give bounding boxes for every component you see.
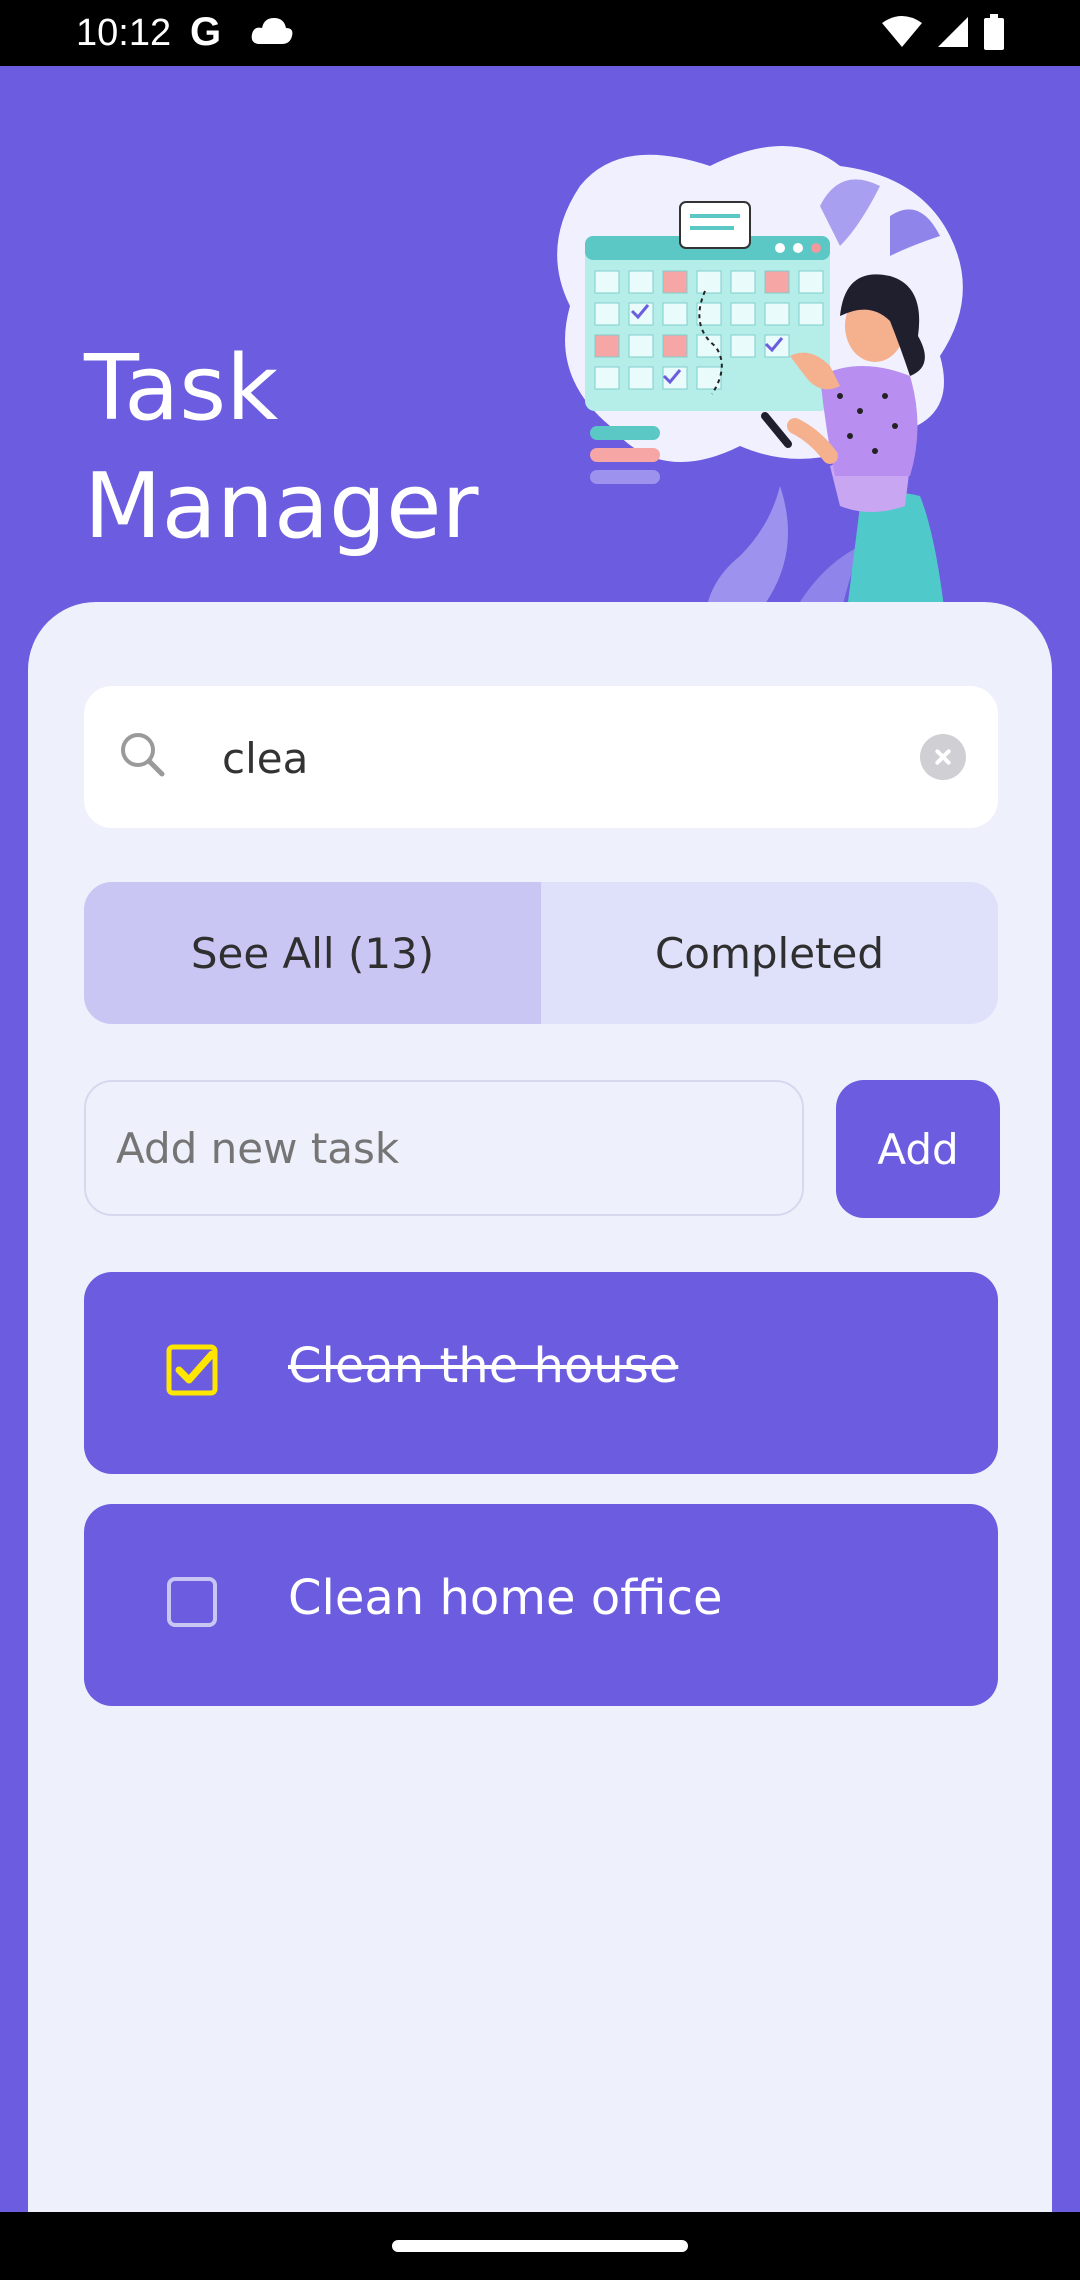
- home-gesture-handle[interactable]: [392, 2240, 688, 2252]
- search-icon: [121, 733, 165, 777]
- content-panel: See All (13) Completed Add Clean the hou…: [28, 602, 1052, 2212]
- add-task-input[interactable]: [84, 1080, 804, 1216]
- title-line-task: Task: [84, 336, 279, 441]
- cloud-icon: [251, 18, 293, 44]
- google-icon: G: [190, 10, 222, 54]
- search-input[interactable]: [220, 722, 904, 794]
- page-title: Task Manager: [84, 330, 479, 566]
- status-icons: [882, 14, 1004, 50]
- wifi-icon: [882, 16, 922, 47]
- task-label: Clean home office: [288, 1570, 723, 1626]
- search-bar: [84, 686, 998, 828]
- filter-tabs: See All (13) Completed: [84, 882, 998, 1024]
- unchecked-checkbox-icon[interactable]: [166, 1576, 218, 1628]
- woman-with-calendar-board-illustration: [557, 146, 963, 666]
- status-bar: 10:12 G: [0, 0, 1080, 66]
- signal-icon: [938, 17, 968, 47]
- header: Task Manager: [0, 66, 1080, 666]
- checked-checkbox-icon[interactable]: [166, 1344, 218, 1396]
- title-line-manager: Manager: [84, 454, 479, 559]
- tab-see-all[interactable]: See All (13): [84, 882, 541, 1024]
- navigation-bar: [0, 2212, 1080, 2280]
- task-item[interactable]: Clean home office: [84, 1504, 998, 1706]
- clear-icon[interactable]: [920, 734, 966, 780]
- status-time: 10:12: [76, 12, 172, 54]
- add-task-row: Add: [84, 1080, 1000, 1218]
- add-button[interactable]: Add: [836, 1080, 1000, 1218]
- task-label: Clean the house: [288, 1338, 679, 1394]
- battery-icon: [984, 14, 1004, 50]
- task-item[interactable]: Clean the house: [84, 1272, 998, 1474]
- tab-completed[interactable]: Completed: [541, 882, 998, 1024]
